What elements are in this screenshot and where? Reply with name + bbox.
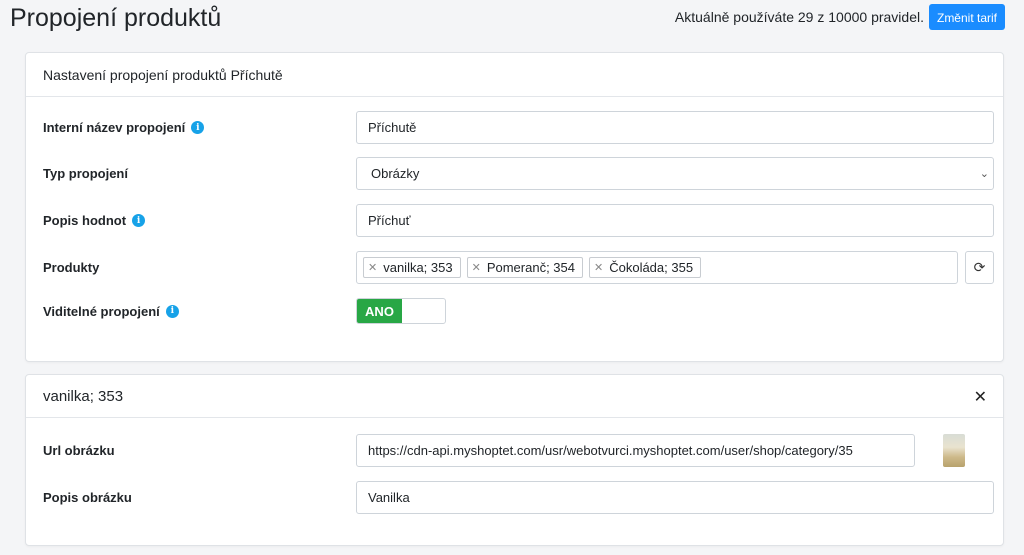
header-actions: Aktuálně používáte 29 z 10000 pravidel. …: [675, 4, 1005, 30]
visible-label: Viditelné propojení i: [43, 304, 179, 319]
type-label: Typ propojení: [43, 166, 128, 181]
remove-icon[interactable]: ✕: [472, 261, 481, 274]
usage-text: Aktuálně používáte 29 z 10000 pravidel.: [674, 9, 924, 25]
settings-card: Nastavení propojení produktů Příchutě In…: [25, 52, 1004, 362]
product-tag: ✕ Pomeranč; 354: [466, 257, 583, 278]
values-desc-label: Popis hodnot i: [43, 213, 146, 228]
type-row: Typ propojení Obrázky ⌄: [26, 157, 1003, 190]
products-row: Produkty ✕ vanilka; 353 ✕ Pomeranč; 354 …: [26, 251, 1003, 284]
products-tag-input[interactable]: ✕ vanilka; 353 ✕ Pomeranč; 354 ✕ Čokolád…: [356, 251, 958, 284]
values-desc-row: Popis hodnot i Příchuť: [26, 204, 1003, 237]
internal-name-input[interactable]: Příchutě: [356, 111, 994, 144]
remove-icon[interactable]: ✕: [594, 261, 603, 274]
settings-card-title: Nastavení propojení produktů Příchutě: [26, 53, 1003, 97]
image-desc-row: Popis obrázku Vanilka: [26, 481, 1003, 514]
refresh-button[interactable]: ⟳: [965, 251, 994, 284]
product-tag: ✕ vanilka; 353: [363, 257, 461, 278]
visible-toggle[interactable]: ANO: [356, 298, 446, 324]
info-icon[interactable]: i: [132, 214, 146, 227]
url-row: Url obrázku https://cdn-api.myshoptet.co…: [26, 434, 1003, 467]
toggle-on-label: ANO: [357, 299, 402, 323]
close-icon[interactable]: ✕: [974, 387, 987, 407]
values-desc-input[interactable]: Příchuť: [356, 204, 994, 237]
products-label: Produkty: [43, 260, 100, 275]
visible-row: Viditelné propojení i ANO: [26, 298, 1003, 324]
chevron-down-icon: ⌄: [979, 168, 989, 180]
url-label: Url obrázku: [43, 443, 115, 458]
internal-name-row: Interní název propojení i Příchutě: [26, 111, 1003, 144]
item-card: vanilka; 353 ✕ Url obrázku https://cdn-a…: [25, 374, 1004, 546]
remove-icon[interactable]: ✕: [368, 261, 377, 274]
info-icon[interactable]: i: [165, 304, 179, 318]
image-desc-label: Popis obrázku: [43, 490, 132, 505]
image-desc-input[interactable]: Vanilka: [356, 481, 994, 514]
page-title: Propojení produktů: [10, 4, 222, 32]
product-tag: ✕ Čokoláda; 355: [589, 257, 702, 278]
item-card-title: vanilka; 353 ✕: [26, 375, 1003, 418]
info-icon[interactable]: i: [191, 121, 205, 134]
refresh-icon: ⟳: [973, 259, 986, 275]
url-input[interactable]: https://cdn-api.myshoptet.com/usr/webotv…: [356, 434, 915, 467]
internal-name-label: Interní název propojení i: [43, 120, 205, 135]
change-plan-button[interactable]: Změnit tarif: [928, 4, 1005, 30]
image-thumbnail: [943, 434, 965, 467]
type-select[interactable]: Obrázky ⌄: [356, 157, 994, 190]
